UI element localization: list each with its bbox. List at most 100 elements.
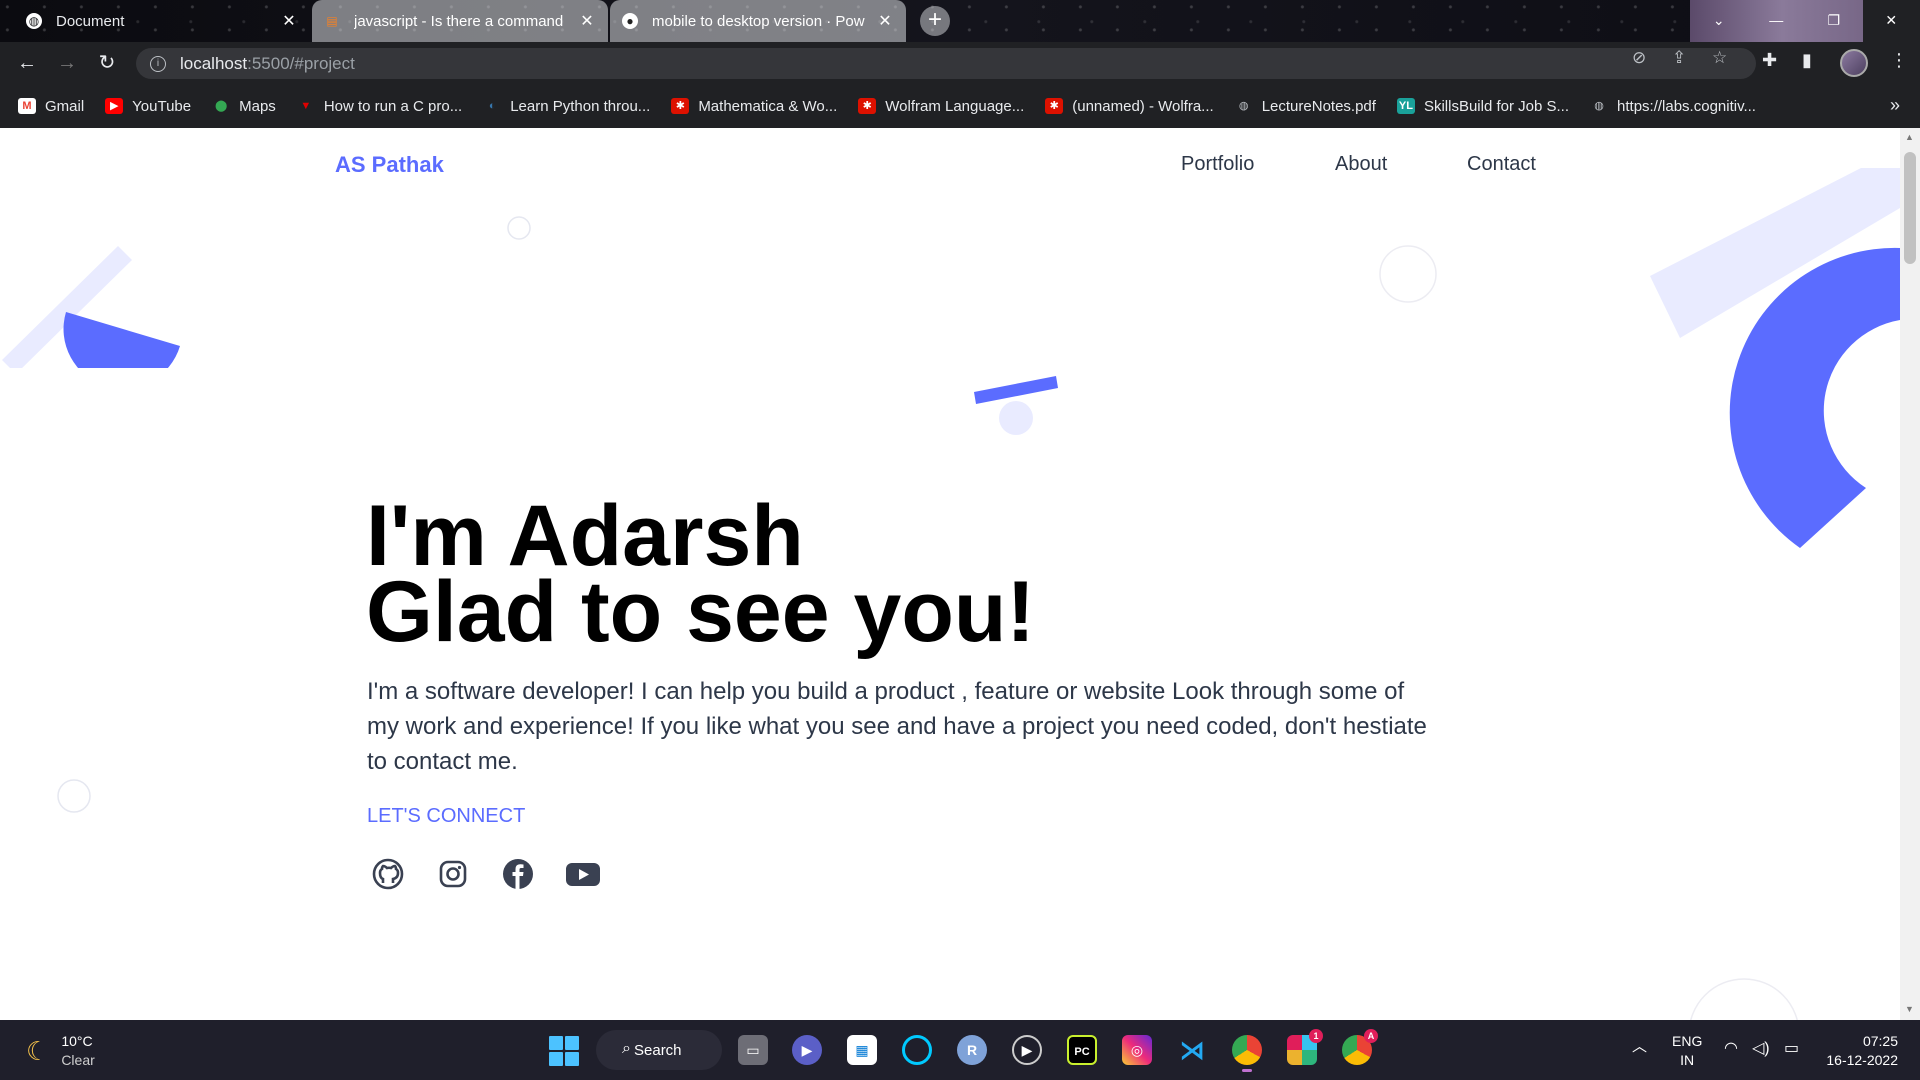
skillsbuild-icon: YL (1396, 98, 1415, 114)
scrollbar-thumb[interactable] (1904, 152, 1916, 264)
wolfram-icon: ✱ (858, 98, 877, 114)
notification-badge: 1 (1309, 1029, 1323, 1043)
avatar[interactable] (1840, 49, 1868, 77)
bookmark-c-program[interactable]: ▼ How to run a C pro... (297, 98, 462, 115)
github-icon: ● (622, 13, 638, 29)
slack-icon[interactable]: 1 (1287, 1029, 1323, 1065)
address-bar[interactable]: i localhost:5500/#project (136, 48, 1756, 79)
nav-about[interactable]: About (1335, 153, 1387, 176)
close-icon[interactable]: ✕ (876, 11, 894, 31)
system-clock[interactable]: 07:25 16-12-2022 (1822, 1032, 1898, 1070)
github-icon[interactable] (370, 856, 406, 892)
new-tab-button[interactable]: + (920, 6, 950, 36)
battery-icon[interactable]: ▭ (1784, 1038, 1799, 1058)
social-links (370, 856, 630, 892)
pycharm-icon[interactable]: PC (1067, 1035, 1097, 1065)
store-icon[interactable]: ▦ (847, 1035, 877, 1065)
bookmark-label: How to run a C pro... (323, 97, 463, 115)
bookmark-gmail[interactable]: M Gmail (18, 98, 84, 115)
side-panel-icon[interactable]: ▮ (1802, 50, 1812, 71)
extensions-icon[interactable]: ✚ (1762, 50, 1777, 71)
maximize-icon[interactable]: ❐ (1805, 0, 1863, 42)
r-icon[interactable]: R (957, 1035, 987, 1065)
bookmark-label: Wolfram Language... (885, 97, 1025, 115)
chevron-right-icon[interactable]: » (1890, 95, 1900, 116)
wolfram-icon: ✱ (1045, 98, 1064, 114)
minimize-icon[interactable]: — (1748, 0, 1806, 42)
facebook-icon[interactable] (500, 856, 536, 892)
task-view-icon[interactable]: ▭ (738, 1035, 768, 1065)
bookmarks-bar: M Gmail ▶ YouTube ⬤ Maps ▼ How to run a C pr… (0, 84, 1920, 128)
forward-icon[interactable]: → (54, 50, 80, 76)
url-host: localhost (180, 53, 248, 73)
active-indicator (1242, 1069, 1252, 1072)
tab-document[interactable]: ◍ Document ✕ (14, 0, 310, 42)
hero-line-name: I'm Adarsh (366, 488, 804, 584)
intro-paragraph: I'm a software developer! I can help you… (367, 678, 1427, 775)
instagram-icon[interactable]: ◎ (1122, 1035, 1152, 1065)
back-icon[interactable]: ← (14, 50, 40, 76)
media-player-icon[interactable]: ▶ (1012, 1035, 1042, 1065)
chrome-icon[interactable] (1232, 1035, 1262, 1072)
close-icon[interactable]: ✕ (578, 11, 596, 31)
bookmark-labs-cognitive[interactable]: ◍ https://labs.cognitiv... (1590, 98, 1756, 115)
hero-heading: I'm Adarsh Glad to see you! (366, 488, 1036, 660)
volume-icon[interactable]: ◁) (1752, 1038, 1770, 1058)
clock-time: 07:25 (1862, 1033, 1898, 1049)
close-window-icon[interactable]: ✕ (1862, 0, 1920, 42)
bookmark-wolfram-language[interactable]: ✱ Wolfram Language... (858, 98, 1024, 115)
share-icon[interactable]: ⇪ (1672, 48, 1686, 68)
lets-connect-link[interactable]: LET'S CONNECT (367, 805, 525, 828)
youtube-icon[interactable] (565, 856, 601, 892)
moon-icon: ☾ (26, 1035, 50, 1066)
tab-search-icon[interactable]: ⌄ (1690, 0, 1748, 42)
window-controls: ⌄ — ❐ ✕ (1690, 0, 1920, 42)
bookmark-skillsbuild[interactable]: YL SkillsBuild for Job S... (1396, 97, 1570, 115)
decor-ring-bottom (1690, 978, 1798, 1020)
instagram-icon[interactable] (435, 856, 471, 892)
weather-temp: 10°C (61, 1033, 93, 1049)
eye-off-icon[interactable]: ⊘ (1632, 48, 1646, 68)
clock-date: 16-12-2022 (1826, 1052, 1898, 1068)
tab-javascript[interactable]: ▤ javascript - Is there a command ✕ (312, 0, 608, 42)
scroll-down-icon[interactable]: ▼ (1905, 1004, 1914, 1014)
page-scrollbar[interactable]: ▲ ▼ (1900, 128, 1920, 1020)
alexa-icon[interactable] (902, 1035, 932, 1065)
scroll-up-icon[interactable]: ▲ (1905, 132, 1914, 142)
wifi-icon[interactable]: ◠ (1724, 1038, 1738, 1058)
bookmark-maps[interactable]: ⬤ Maps (212, 98, 276, 115)
taskbar-search[interactable]: ⌕ Search (596, 1030, 722, 1070)
bookmark-wolfram-unnamed[interactable]: ✱ (unnamed) - Wolfra... (1045, 98, 1214, 115)
browser-titlebar: ◍ Document ✕ ▤ javascript - Is there a c… (0, 0, 1920, 42)
reload-icon[interactable]: ↻ (94, 50, 120, 76)
teams-icon[interactable]: ▶ (792, 1035, 822, 1065)
youtube-icon: ▶ (105, 98, 124, 114)
language-indicator[interactable]: ENG IN (1672, 1032, 1702, 1070)
wolfram-icon: ✱ (671, 98, 690, 114)
windows-start-icon[interactable] (549, 1036, 579, 1066)
hero-line-greeting: Glad to see you! (366, 564, 1036, 660)
bookmark-label: SkillsBuild for Job S... (1423, 97, 1570, 115)
weather-widget[interactable]: ☾ 10°C Clear (26, 1032, 95, 1070)
close-icon[interactable]: ✕ (280, 11, 298, 31)
vscode-icon[interactable]: ⋊ (1177, 1035, 1207, 1065)
nav-contact[interactable]: Contact (1467, 153, 1536, 176)
menu-icon[interactable]: ⋮ (1890, 50, 1908, 71)
decor-ring-large (1379, 245, 1437, 303)
python-icon: ◐ (488, 100, 496, 112)
tab-title: Document (56, 12, 125, 30)
nav-portfolio[interactable]: Portfolio (1181, 153, 1254, 176)
tab-github[interactable]: ● mobile to desktop version · Pow ✕ (610, 0, 906, 42)
bookmark-mathematica[interactable]: ✱ Mathematica & Wo... (671, 98, 837, 115)
bookmark-lecture-notes[interactable]: ◍ LectureNotes.pdf (1235, 98, 1376, 115)
bookmark-star-icon[interactable]: ☆ (1712, 48, 1727, 68)
chevron-up-icon[interactable]: ︿ (1632, 1035, 1647, 1056)
decor-arc-bar (1650, 168, 1900, 548)
bookmark-youtube[interactable]: ▶ YouTube (105, 98, 191, 115)
chrome-profile-icon[interactable]: A (1342, 1029, 1378, 1065)
web-page: AS Pathak Portfolio About Contact I'm Ad… (0, 128, 1900, 1020)
site-info-icon[interactable]: i (150, 55, 166, 72)
bookmark-python[interactable]: ◐ Learn Python throu... (483, 98, 650, 115)
globe-icon: ◍ (1594, 100, 1604, 112)
site-brand[interactable]: AS Pathak (335, 152, 444, 178)
